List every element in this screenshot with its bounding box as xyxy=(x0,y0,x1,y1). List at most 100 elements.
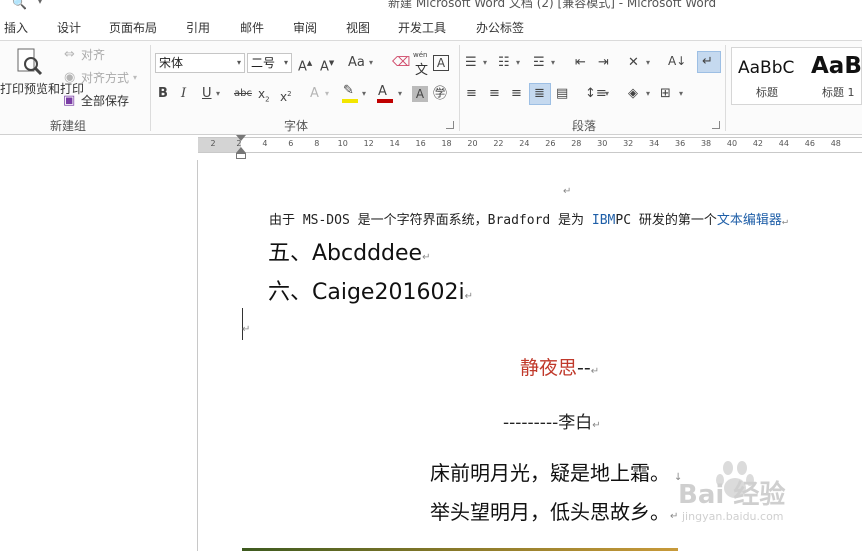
change-case-dropdown-icon[interactable]: ▾ xyxy=(369,55,373,71)
numbering-dropdown-icon[interactable]: ▾ xyxy=(516,55,520,71)
underline-dropdown-icon[interactable]: ▾ xyxy=(216,86,220,102)
paragraph-mark: ↵ xyxy=(242,324,251,335)
tab-developer[interactable]: 开发工具 xyxy=(398,19,446,36)
group-divider xyxy=(725,45,726,131)
phonetic-guide-icon[interactable]: wén 文 xyxy=(411,51,431,78)
paragraph-mark-icon: ↵ xyxy=(702,54,713,69)
clear-formatting-icon[interactable]: ⌫ xyxy=(392,55,410,71)
heading-five-text: 五、Abcdddee xyxy=(268,241,423,266)
borders-dropdown-icon[interactable]: ▾ xyxy=(679,86,683,102)
body-text-line: 由于 MS-DOS 是一个字符界面系统，Bradford 是为 IBMPC 研发… xyxy=(269,209,788,228)
font-color-icon[interactable]: A xyxy=(378,84,387,100)
first-line-indent-icon[interactable] xyxy=(236,135,246,141)
font-name-select[interactable]: 宋体 ▾ xyxy=(155,53,245,73)
change-case-icon[interactable]: Aa xyxy=(348,55,365,71)
ruler-tick-label: 16 xyxy=(415,139,426,148)
character-border-icon[interactable]: A xyxy=(433,55,449,71)
text-effects-icon[interactable]: A xyxy=(310,86,319,102)
tab-mailings[interactable]: 邮件 xyxy=(240,19,264,36)
superscript-icon[interactable]: x2 xyxy=(280,86,292,105)
character-shading-icon[interactable]: A xyxy=(412,86,428,102)
enclose-characters-icon[interactable]: ㊫ xyxy=(433,86,447,102)
numbering-icon[interactable]: ☷ xyxy=(498,55,510,71)
font-dialog-launcher-icon[interactable] xyxy=(446,121,454,129)
subscript-icon[interactable]: x2 xyxy=(258,86,270,107)
quick-access-dropdown-icon[interactable]: ▾ xyxy=(38,0,42,6)
shading-icon[interactable]: ◈ xyxy=(628,86,638,102)
text-editor-link[interactable]: 文本编辑器 xyxy=(717,213,782,228)
tab-view[interactable]: 视图 xyxy=(346,19,370,36)
print-preview-button[interactable]: 打印预览和打印 xyxy=(0,45,84,111)
font-group-label: 字体 xyxy=(284,119,309,133)
underline-icon[interactable]: U xyxy=(202,86,212,102)
borders-icon[interactable]: ⊞ xyxy=(660,86,671,102)
shading-dropdown-icon[interactable]: ▾ xyxy=(646,86,650,102)
line-spacing-icon[interactable]: ↕≡ xyxy=(585,86,607,102)
justify-button[interactable]: ≣ xyxy=(529,83,551,105)
tab-design[interactable]: 设计 xyxy=(57,19,81,36)
decrease-indent-icon[interactable]: ⇤ xyxy=(575,55,586,71)
paragraph-mark: ↵ xyxy=(563,186,572,197)
horizontal-ruler[interactable]: 2 2 4 6 8 10 12 14 16 18 20 22 24 26 28 30 32 34 36 38 40 42 4… xyxy=(0,135,862,160)
align-mode-dropdown-icon[interactable]: ▾ xyxy=(133,70,137,86)
bullets-dropdown-icon[interactable]: ▾ xyxy=(483,55,487,71)
highlight-icon[interactable]: ✎ xyxy=(343,83,354,99)
align-button[interactable]: 对齐 xyxy=(81,47,105,63)
baidu-watermark: Bai 经验 jingyan.baidu.com xyxy=(678,458,828,528)
tab-references[interactable]: 引用 xyxy=(186,19,210,36)
heading-six: 六、Caige201602i↵ xyxy=(268,274,473,306)
paragraph-mark: ↵ xyxy=(464,291,473,302)
chinese-layout-dropdown-icon[interactable]: ▾ xyxy=(646,55,650,71)
style-title[interactable]: AaBbC 标题 xyxy=(732,48,806,104)
shrink-font-icon[interactable]: A▼ xyxy=(320,55,334,75)
ruler-tick-label: 42 xyxy=(752,139,764,148)
style-title-name: 标题 xyxy=(756,86,778,99)
font-size-dropdown-icon: ▾ xyxy=(283,58,288,67)
bold-icon[interactable]: B xyxy=(158,86,168,102)
bullets-icon[interactable]: ☰ xyxy=(465,55,477,71)
show-hide-marks-button[interactable]: ↵ xyxy=(697,51,721,73)
tab-page-layout[interactable]: 页面布局 xyxy=(109,19,157,36)
poem-title-text: 静夜思 xyxy=(520,357,578,379)
tab-office-tab[interactable]: 办公标签 xyxy=(476,19,524,36)
strikethrough-icon[interactable]: abc xyxy=(234,86,252,102)
print-preview-quick-icon[interactable]: 🔍 xyxy=(12,0,27,10)
increase-indent-icon[interactable]: ⇥ xyxy=(598,55,609,71)
font-color-dropdown-icon[interactable]: ▾ xyxy=(398,86,402,102)
align-mode-icon: ◉ xyxy=(64,70,76,85)
ruler-tick-label: 38 xyxy=(700,139,712,148)
italic-icon[interactable]: I xyxy=(181,86,186,102)
multilevel-list-dropdown-icon[interactable]: ▾ xyxy=(551,55,555,71)
highlight-dropdown-icon[interactable]: ▾ xyxy=(362,86,366,102)
line-spacing-dropdown-icon[interactable]: ▾ xyxy=(605,86,609,102)
sort-icon[interactable]: A↓ xyxy=(668,53,686,69)
save-all-button[interactable]: 全部保存 xyxy=(81,93,129,109)
tab-review[interactable]: 审阅 xyxy=(293,19,317,36)
align-mode-button[interactable]: 对齐方式 xyxy=(81,70,129,86)
ruler-tick-label: 26 xyxy=(545,139,556,148)
font-size-select[interactable]: 二号 ▾ xyxy=(247,53,292,73)
tab-insert[interactable]: 插入 xyxy=(4,19,28,36)
chinese-layout-icon[interactable]: ✕ xyxy=(628,55,639,71)
ruler-tick-label: 34 xyxy=(649,139,660,148)
document-area[interactable]: ↵ 由于 MS-DOS 是一个字符界面系统，Bradford 是为 IBMPC … xyxy=(0,160,862,551)
align-left-icon[interactable]: ≡ xyxy=(466,86,477,102)
paragraph-group-label: 段落 xyxy=(572,119,597,133)
poem-line-1-text: 床前明月光，疑是地上霜。 xyxy=(430,461,670,485)
paragraph-dialog-launcher-icon[interactable] xyxy=(712,121,720,129)
multilevel-list-icon[interactable]: ☲ xyxy=(533,55,545,71)
paragraph-mark: ↵ xyxy=(781,216,788,227)
text-effects-dropdown-icon[interactable]: ▾ xyxy=(325,86,329,102)
phonetic-guide-label: wén xyxy=(413,51,428,59)
align-center-icon[interactable]: ≡ xyxy=(489,86,500,102)
distributed-icon[interactable]: ▤ xyxy=(556,86,568,102)
heading-six-text: 六、Caige201602i xyxy=(268,280,465,305)
left-indent-icon[interactable] xyxy=(236,153,246,159)
group-divider xyxy=(150,45,151,131)
justify-icon: ≣ xyxy=(534,86,545,101)
watermark-url: jingyan.baidu.com xyxy=(682,510,784,523)
align-right-icon[interactable]: ≡ xyxy=(511,86,522,102)
style-heading-1[interactable]: AaBl 标题 1 xyxy=(808,48,861,104)
grow-font-icon[interactable]: A▲ xyxy=(298,55,312,75)
ruler-tick-label: 10 xyxy=(337,139,348,148)
